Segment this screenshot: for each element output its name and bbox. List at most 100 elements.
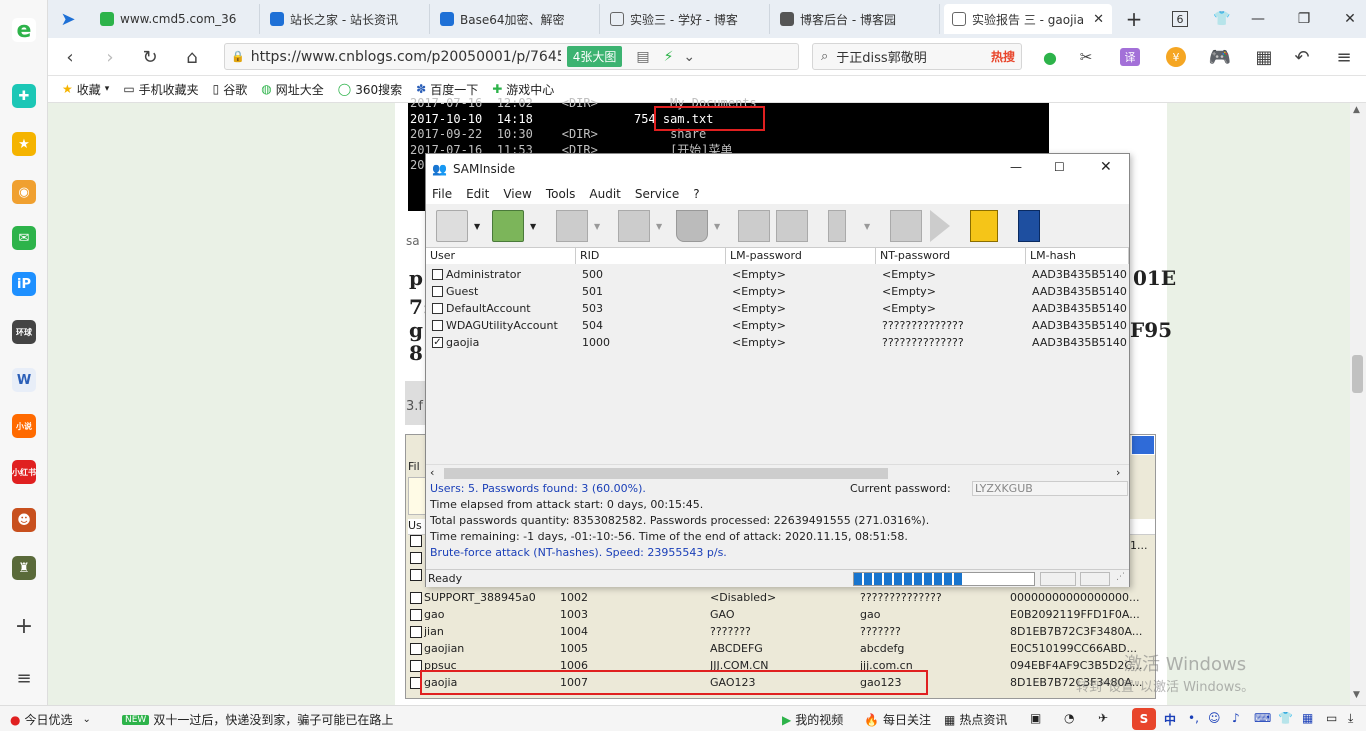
close-icon[interactable]: ✕ — [1100, 159, 1112, 175]
sidebar-plus-icon[interactable]: ✚ — [12, 84, 36, 108]
ime-mode[interactable]: 中 — [1164, 711, 1176, 728]
toolbox-icon[interactable]: ▦ — [1302, 711, 1313, 725]
star-icon[interactable]: ★ — [12, 132, 36, 156]
dropdown-arrow-icon[interactable]: ▼ — [594, 222, 600, 231]
tab-base64[interactable]: Base64加密、解密 — [432, 4, 600, 34]
chevron-down-icon[interactable]: ⌄ — [683, 49, 695, 65]
tab-count[interactable]: 6 — [1172, 11, 1188, 27]
today-picks[interactable]: ● 今日优选 ⌄ — [10, 711, 91, 728]
minimize-icon[interactable]: — — [1010, 160, 1022, 174]
column-header-rid[interactable]: RID — [576, 248, 726, 264]
lightning-icon[interactable]: ⚡ — [664, 49, 674, 65]
table-row[interactable]: Guest 501 <Empty> <Empty> AAD3B435B5140 — [426, 283, 1129, 300]
wrench-icon[interactable] — [828, 210, 846, 242]
scroll-down-icon[interactable]: ▼ — [1353, 690, 1360, 700]
column-header-nt-password[interactable]: NT-password — [876, 248, 1026, 264]
image-icon[interactable]: ▣ — [1030, 711, 1041, 725]
table-row[interactable]: Administrator 500 <Empty> <Empty> AAD3B435B5… — [426, 266, 1129, 283]
table-row[interactable]: ✓ gaojia 1000 <Empty>?????????????? AAD3B435… — [426, 334, 1129, 351]
row-checkbox[interactable] — [432, 303, 443, 314]
cubes-icon[interactable] — [776, 210, 808, 242]
users-icon[interactable] — [556, 210, 588, 242]
stop-icon[interactable] — [890, 210, 922, 242]
weibo-icon[interactable]: ◉ — [12, 180, 36, 204]
ip-icon[interactable]: iP — [12, 272, 36, 296]
play-icon[interactable] — [930, 210, 950, 242]
reader-icon[interactable]: ▤ — [636, 49, 649, 65]
scrollbar-thumb[interactable] — [444, 468, 888, 479]
mail-icon[interactable]: ✉ — [12, 226, 36, 250]
history-icon[interactable]: ◔ — [1064, 711, 1074, 725]
dropdown-arrow-icon[interactable]: ▼ — [530, 222, 536, 231]
row-checkbox[interactable] — [432, 286, 443, 297]
menu-edit[interactable]: Edit — [466, 187, 489, 201]
new-tab-button[interactable]: + — [1122, 7, 1146, 31]
open-folder-icon[interactable] — [436, 210, 468, 242]
gamepad-icon[interactable]: 🎮 — [1208, 46, 1232, 68]
dropdown-arrow-icon[interactable]: ▼ — [656, 222, 662, 231]
scroll-right-icon[interactable]: › — [1116, 466, 1120, 479]
navigate-icon[interactable]: ➤ — [56, 8, 80, 30]
scroll-left-icon[interactable]: ‹ — [430, 466, 434, 479]
coin-icon[interactable]: ¥ — [1166, 47, 1186, 67]
dropdown-arrow-icon[interactable]: ▼ — [864, 222, 870, 231]
current-password-field[interactable]: LYZXKGUB — [972, 481, 1128, 496]
list-icon[interactable]: ≡ — [12, 666, 36, 690]
table-row[interactable]: DefaultAccount 503 <Empty> <Empty> AAD3B435B… — [426, 300, 1129, 317]
home-icon[interactable]: ⌂ — [180, 46, 204, 68]
table-row[interactable]: WDAGUtilityAccount 504 <Empty>????????????… — [426, 317, 1129, 334]
redbook-icon[interactable]: 小红书 — [12, 460, 36, 484]
game-icon-1[interactable]: ☻ — [12, 508, 36, 532]
browser-logo-icon[interactable]: e — [12, 18, 36, 43]
window-mode-icon[interactable]: ▭ — [1326, 711, 1337, 725]
minimize-icon[interactable]: — — [1246, 8, 1270, 30]
news-ticker[interactable]: NEW 双十一过后，快递没到家，骗子可能已在路上 — [122, 711, 393, 728]
scissors-icon[interactable]: ✂ — [1074, 46, 1098, 68]
column-header-user[interactable]: User — [426, 248, 576, 264]
tab-report-active[interactable]: 实验报告 三 - gaojia ✕ — [944, 4, 1112, 34]
mic-icon[interactable]: ♪ — [1232, 711, 1240, 725]
import-icon[interactable] — [492, 210, 524, 242]
column-header-lm-hash[interactable]: LM-hash — [1026, 248, 1129, 264]
delete-icon[interactable] — [676, 210, 708, 242]
dropdown-arrow-icon[interactable]: ▼ — [474, 222, 480, 231]
translate-icon[interactable]: 译 — [1120, 48, 1140, 66]
hot-news[interactable]: ▦ 热点资讯 — [944, 711, 1007, 728]
images-button[interactable]: 4张大图 — [566, 46, 623, 67]
url-input[interactable]: 🔒 https://www.cnblogs.com/p20050001/p/76… — [224, 43, 799, 70]
menu-audit[interactable]: Audit — [589, 187, 620, 201]
page-scrollbar[interactable] — [1350, 103, 1366, 705]
daily-focus[interactable]: 🔥 每日关注 — [864, 711, 931, 728]
bookmark-360[interactable]: ◯ 360搜索 — [338, 81, 402, 98]
word-icon[interactable]: W — [12, 368, 36, 392]
tab-experiment3[interactable]: 实验三 - 学好 - 博客 — [602, 4, 770, 34]
restore-icon[interactable]: ❐ — [1292, 8, 1316, 30]
export-icon[interactable] — [618, 210, 650, 242]
novel-icon[interactable]: 小说 — [12, 414, 36, 438]
news-icon[interactable]: 环球 — [12, 320, 36, 344]
undo-icon[interactable]: ↶ — [1290, 46, 1314, 68]
bookmark-hao[interactable]: ◍ 网址大全 — [261, 81, 324, 98]
bookmark-baidu[interactable]: ✽ 百度一下 — [416, 81, 478, 98]
tab-cmd5[interactable]: www.cmd5.com_36 — [92, 4, 260, 34]
my-videos[interactable]: ▶ 我的视频 — [782, 711, 843, 728]
tab-chinaz[interactable]: 站长之家 - 站长资讯 — [262, 4, 430, 34]
window-titlebar[interactable]: 👥 SAMInside — ☐ ✕ — [426, 154, 1129, 184]
dropdown-arrow-icon[interactable]: ▼ — [714, 222, 720, 231]
bookmark-games[interactable]: ✚ 游戏中心 — [492, 81, 554, 98]
shield-icon[interactable]: ● — [1038, 46, 1062, 68]
close-window-icon[interactable]: ✕ — [1338, 8, 1362, 30]
bookmark-google[interactable]: ▯ 谷歌 — [213, 81, 248, 98]
grid-icon[interactable]: ▦ — [1252, 46, 1276, 68]
page-scrollbar-thumb[interactable] — [1352, 355, 1363, 393]
column-header-lm-password[interactable]: LM-password — [726, 248, 876, 264]
menu-tools[interactable]: Tools — [546, 187, 576, 201]
bookmark-mobile[interactable]: ▭ 手机收藏夹 — [123, 81, 198, 98]
keyboard-icon[interactable]: ⌨ — [1254, 711, 1271, 725]
back-icon[interactable]: ‹ — [58, 46, 82, 68]
menu-file[interactable]: File — [432, 187, 452, 201]
tab-blog-admin[interactable]: 博客后台 - 博客园 — [772, 4, 940, 34]
maximize-icon[interactable]: ☐ — [1054, 160, 1065, 174]
row-checkbox[interactable] — [432, 320, 443, 331]
menu-service[interactable]: Service — [635, 187, 679, 201]
